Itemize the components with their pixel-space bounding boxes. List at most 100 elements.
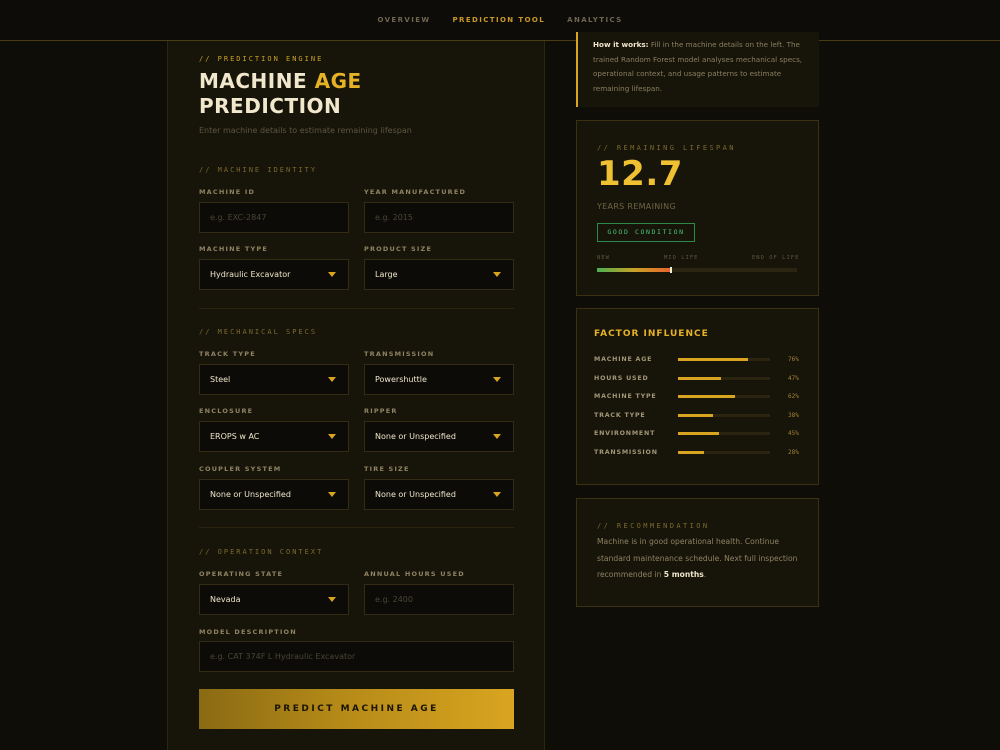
factor-influence-title: FACTOR INFLUENCE bbox=[594, 329, 709, 339]
chevron-down-icon bbox=[328, 492, 336, 497]
factor-percent: 76% bbox=[788, 356, 799, 363]
chevron-down-icon bbox=[328, 272, 336, 277]
page-title-line2: PREDICTION bbox=[199, 94, 342, 118]
enclosure-value: EROPS w AC bbox=[210, 432, 260, 441]
enclosure-label: ENCLOSURE bbox=[199, 407, 254, 415]
title-word-age: AGE bbox=[314, 69, 362, 93]
recommendation-eyebrow: // RECOMMENDATION bbox=[597, 522, 710, 530]
factor-bar-fill bbox=[678, 358, 748, 361]
year-manufactured-input[interactable] bbox=[364, 202, 514, 233]
lifespan-eyebrow: // REMAINING LIFESPAN bbox=[597, 144, 736, 152]
lifespan-value: 12.7 bbox=[597, 154, 683, 194]
machine-id-label: MACHINE ID bbox=[199, 188, 256, 196]
nav-overview[interactable]: OVERVIEW bbox=[377, 16, 430, 24]
how-it-works-heading: How it works: bbox=[593, 40, 649, 49]
chevron-down-icon bbox=[328, 597, 336, 602]
years-remaining-label: YEARS REMAINING bbox=[597, 202, 676, 211]
ripper-label: RIPPER bbox=[364, 407, 398, 415]
ripper-value: None or Unspecified bbox=[375, 432, 456, 441]
lifespan-progress-fill bbox=[597, 268, 671, 272]
prediction-form-panel: // PREDICTION ENGINE MACHINE AGE PREDICT… bbox=[167, 41, 545, 750]
chevron-down-icon bbox=[328, 377, 336, 382]
coupler-system-label: COUPLER SYSTEM bbox=[199, 465, 282, 473]
machine-type-select[interactable]: Hydraulic Excavator bbox=[199, 259, 349, 290]
section-mechanical-specs: // MECHANICAL SPECS bbox=[199, 328, 318, 336]
transmission-select[interactable]: Powershuttle bbox=[364, 364, 514, 395]
nav-prediction-tool[interactable]: PREDICTION TOOL bbox=[453, 16, 546, 24]
factor-percent: 62% bbox=[788, 393, 799, 400]
enclosure-select[interactable]: EROPS w AC bbox=[199, 421, 349, 452]
factor-bar-fill bbox=[678, 450, 704, 454]
factor-name: HOURS USED bbox=[594, 374, 649, 382]
page-title: MACHINE AGE bbox=[199, 68, 362, 94]
how-it-works-card: How it works: Fill in the machine detail… bbox=[576, 32, 819, 107]
predict-machine-age-button[interactable]: PREDICT MACHINE AGE bbox=[199, 689, 514, 729]
factor-bar-fill bbox=[678, 413, 713, 417]
chevron-down-icon bbox=[328, 434, 336, 439]
factor-name: TRACK TYPE bbox=[594, 411, 646, 419]
factor-bar-fill bbox=[678, 432, 720, 435]
machine-type-label: MACHINE TYPE bbox=[199, 245, 269, 253]
factor-bar-fill bbox=[678, 395, 736, 398]
product-size-label: PRODUCT SIZE bbox=[364, 245, 433, 253]
recommendation-tail: . bbox=[703, 570, 707, 579]
page-subtitle: Enter machine details to estimate remain… bbox=[199, 126, 412, 135]
transmission-label: TRANSMISSION bbox=[364, 350, 435, 358]
recommendation-text: Machine is in good operational health. C… bbox=[597, 534, 815, 584]
factor-name: ENVIRONMENT bbox=[594, 430, 656, 437]
chevron-down-icon bbox=[493, 377, 501, 382]
coupler-system-value: None or Unspecified bbox=[210, 490, 291, 499]
factor-percent: 38% bbox=[788, 411, 799, 419]
factor-name: TRANSMISSION bbox=[594, 448, 658, 456]
chevron-down-icon bbox=[493, 434, 501, 439]
factor-bar-track bbox=[678, 358, 770, 361]
nav-analytics[interactable]: ANALYTICS bbox=[567, 16, 622, 24]
model-description-label: MODEL DESCRIPTION bbox=[199, 628, 297, 636]
section-divider bbox=[199, 308, 514, 309]
how-it-works-text: How it works: Fill in the machine detail… bbox=[593, 38, 815, 96]
scale-label-end-of-life: END OF LIFE bbox=[752, 255, 800, 261]
year-manufactured-label: YEAR MANUFACTURED bbox=[364, 188, 467, 196]
form-eyebrow: // PREDICTION ENGINE bbox=[199, 55, 324, 63]
factor-bar-fill bbox=[678, 376, 722, 380]
annual-hours-label: ANNUAL HOURS USED bbox=[364, 570, 465, 578]
scale-label-mid-life: MID LIFE bbox=[664, 255, 699, 261]
tire-size-select[interactable]: None or Unspecified bbox=[364, 479, 514, 510]
section-operation-context: // OPERATION CONTEXT bbox=[199, 548, 324, 556]
factor-bar-track bbox=[678, 432, 770, 435]
tire-size-label: TIRE SIZE bbox=[364, 465, 410, 473]
lifespan-progress-track bbox=[597, 267, 797, 273]
recommendation-card: // RECOMMENDATION Machine is in good ope… bbox=[576, 498, 819, 607]
track-type-value: Steel bbox=[210, 375, 231, 384]
transmission-value: Powershuttle bbox=[375, 375, 427, 384]
track-type-select[interactable]: Steel bbox=[199, 364, 349, 395]
scale-label-new: NEW bbox=[597, 255, 610, 261]
annual-hours-input[interactable] bbox=[364, 584, 514, 615]
status-badge: GOOD CONDITION bbox=[597, 223, 695, 242]
factor-bar-track bbox=[678, 376, 770, 380]
section-machine-identity: // MACHINE IDENTITY bbox=[199, 166, 318, 174]
chevron-down-icon bbox=[493, 272, 501, 277]
factor-percent: 45% bbox=[788, 430, 799, 437]
factor-bar-track bbox=[678, 395, 770, 398]
factor-influence-card: FACTOR INFLUENCE MACHINE AGE 76% HOURS USE… bbox=[576, 308, 819, 485]
ripper-select[interactable]: None or Unspecified bbox=[364, 421, 514, 452]
factor-bar-track bbox=[678, 413, 770, 417]
coupler-system-select[interactable]: None or Unspecified bbox=[199, 479, 349, 510]
machine-type-value: Hydraulic Excavator bbox=[210, 270, 291, 279]
factor-percent: 28% bbox=[788, 448, 799, 456]
top-nav: OVERVIEW PREDICTION TOOL ANALYTICS bbox=[0, 0, 1000, 41]
remaining-lifespan-card: // REMAINING LIFESPAN 12.7 YEARS REMAINI… bbox=[576, 120, 819, 296]
operating-state-label: OPERATING STATE bbox=[199, 570, 284, 578]
track-type-label: TRACK TYPE bbox=[199, 350, 256, 358]
machine-id-input[interactable] bbox=[199, 202, 349, 233]
product-size-value: Large bbox=[375, 270, 398, 279]
recommendation-emphasis: 5 months bbox=[663, 570, 704, 579]
chevron-down-icon bbox=[493, 492, 501, 497]
factor-percent: 47% bbox=[788, 374, 799, 382]
tire-size-value: None or Unspecified bbox=[375, 490, 456, 499]
product-size-select[interactable]: Large bbox=[364, 259, 514, 290]
title-word-machine: MACHINE bbox=[199, 69, 308, 93]
model-description-input[interactable] bbox=[199, 641, 514, 672]
operating-state-select[interactable]: Nevada bbox=[199, 584, 349, 615]
